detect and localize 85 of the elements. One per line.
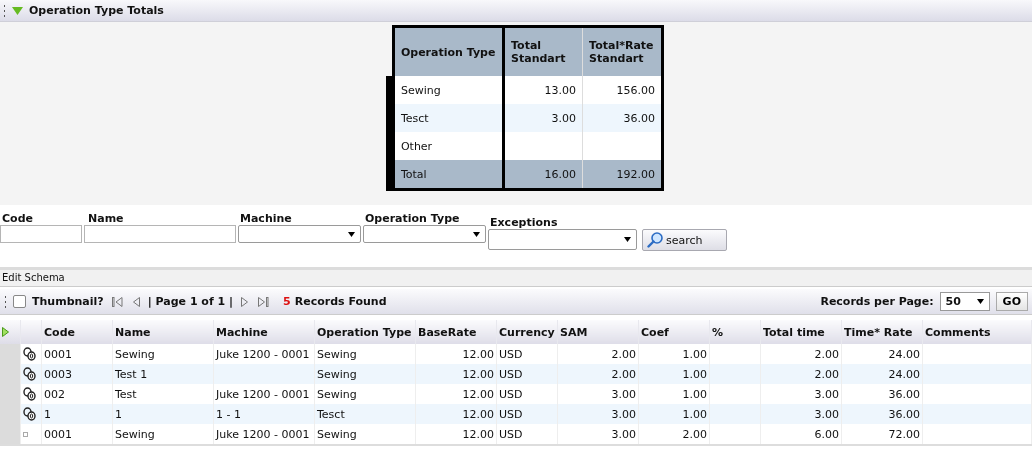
table-cell: Sewing <box>314 364 416 384</box>
input-field[interactable] <box>84 225 236 243</box>
table-cell: USD <box>496 424 558 445</box>
table-cell: 2.00 <box>557 364 639 384</box>
next-page-icon[interactable] <box>241 296 249 307</box>
field-label: Name <box>87 212 125 225</box>
table-cell: 2.00 <box>638 424 710 445</box>
table-cell: 0001 <box>41 424 113 445</box>
records-found-label: Records Found <box>294 295 387 308</box>
edit-schema-link[interactable]: Edit Schema <box>0 267 1032 287</box>
table-cell: 3.00 <box>503 104 583 132</box>
column-header[interactable]: Name <box>112 320 214 344</box>
play-icon <box>2 327 9 337</box>
table-cell: 192.00 <box>582 160 663 190</box>
column-header[interactable]: Currency <box>496 320 558 344</box>
dropdown[interactable] <box>238 225 361 243</box>
field-label: Exceptions <box>489 216 559 229</box>
table-cell: 1 - 1 <box>213 404 315 424</box>
dropdown-arrow-icon <box>624 237 631 242</box>
panel-header[interactable]: Operation Type Totals <box>0 0 1032 22</box>
last-page-icon[interactable] <box>258 296 270 307</box>
table-cell: 6.00 <box>760 424 842 445</box>
grip-icon <box>4 294 7 309</box>
table-cell: Test 1 <box>112 364 214 384</box>
table-cell: 0003 <box>41 364 113 384</box>
field-label: Machine <box>239 212 293 225</box>
go-button[interactable]: GO <box>995 292 1028 311</box>
search-icon <box>647 232 663 248</box>
column-header[interactable]: Comments <box>922 320 1032 344</box>
column-header[interactable]: Operation Type <box>314 320 416 344</box>
grip-icon <box>3 3 6 18</box>
table-cell: 36.00 <box>582 104 663 132</box>
table-cell: 12.00 <box>415 424 497 445</box>
column-header[interactable]: % <box>709 320 761 344</box>
table-cell: 1.00 <box>638 404 710 424</box>
dropdown-arrow-icon <box>473 231 480 237</box>
input-field[interactable] <box>0 225 82 243</box>
table-cell: 12.00 <box>415 364 497 384</box>
table-cell: 3.00 <box>760 404 842 424</box>
checkbox[interactable] <box>13 295 26 308</box>
table-cell: 1 <box>41 404 113 424</box>
table-cell: Sewing <box>314 424 416 445</box>
table-cell: 1 <box>112 404 214 424</box>
column-header[interactable]: BaseRate <box>415 320 497 344</box>
table-cell: 72.00 <box>841 424 923 445</box>
table-cell: Tesct <box>393 104 504 132</box>
column-header[interactable]: SAM <box>557 320 639 344</box>
column-header[interactable]: Code <box>41 320 113 344</box>
table-cell: 3.00 <box>557 424 639 445</box>
checkbox-label: Thumbnail? <box>32 295 104 308</box>
table-cell: 12.00 <box>415 404 497 424</box>
table-cell: Tesct <box>314 404 416 424</box>
previous-page-icon[interactable] <box>132 296 140 307</box>
dropdown-arrow-icon <box>976 299 984 304</box>
table-cell: Sewing <box>112 424 214 445</box>
field-label: Operation Type <box>364 212 461 225</box>
dropdown-arrow-icon <box>348 231 355 237</box>
table-cell: 1.00 <box>638 364 710 384</box>
column-header[interactable]: Total time <box>760 320 842 344</box>
table-cell: Juke 1200 - 0001 <box>213 424 315 445</box>
table-cell: 24.00 <box>841 364 923 384</box>
table-cell: USD <box>496 404 558 424</box>
table-cell: 36.00 <box>841 404 923 424</box>
column-header: Total*Rate Standart <box>582 26 663 76</box>
table-cell: Total <box>393 160 504 190</box>
dropdown[interactable] <box>363 225 486 243</box>
page-info: | Page 1 of 1 | <box>147 295 234 308</box>
table-cell: 2.00 <box>760 364 842 384</box>
first-page-icon[interactable] <box>111 296 123 307</box>
column-header: Total Standart <box>503 26 583 76</box>
search-button[interactable]: search <box>642 229 727 251</box>
record-count: 5 <box>283 295 291 308</box>
per-page-label: Records per Page: <box>820 295 934 308</box>
table-cell: 16.00 <box>503 160 583 190</box>
column-header[interactable]: Machine <box>213 320 315 344</box>
table-cell: USD <box>496 364 558 384</box>
table-cell: 3.00 <box>557 404 639 424</box>
column-header: Operation Type <box>393 26 504 76</box>
page-size-dropdown[interactable]: 50 <box>939 292 990 311</box>
column-header[interactable]: Coef <box>638 320 710 344</box>
dropdown[interactable] <box>488 229 637 250</box>
column-header[interactable]: Time* Rate <box>841 320 923 344</box>
field-label: Code <box>1 212 34 225</box>
panel-title: Operation Type Totals <box>29 4 164 17</box>
table-cell: 156.00 <box>582 76 663 104</box>
